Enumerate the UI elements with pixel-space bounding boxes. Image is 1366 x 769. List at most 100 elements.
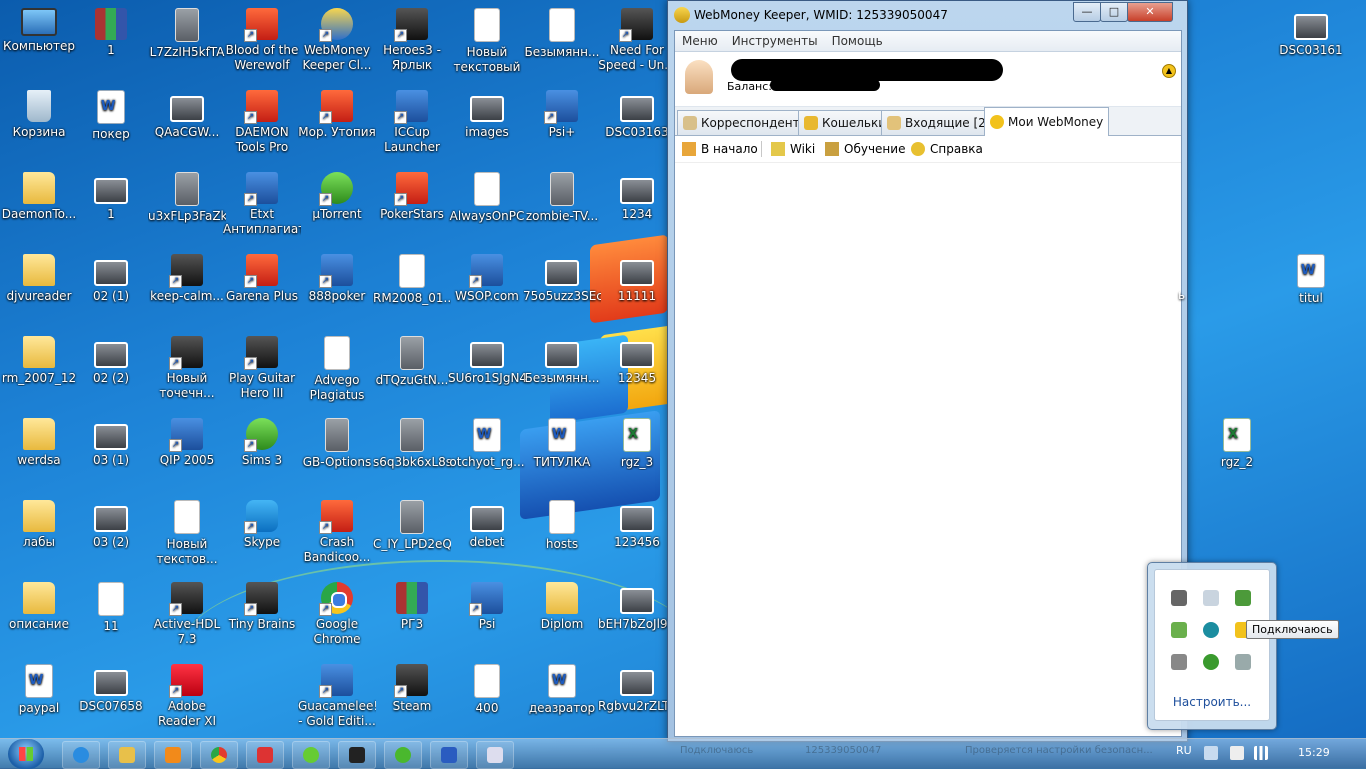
desktop-icon-888poker[interactable]: 888poker: [298, 254, 376, 304]
desktop-icon-werdsa[interactable]: werdsa: [0, 418, 78, 468]
taskbar-icq-button[interactable]: [384, 741, 422, 769]
desktop-icon-need-for-speed[interactable]: Need For Speed - Un...: [598, 8, 676, 73]
desktop-icon-dsc03163[interactable]: DSC03163: [598, 90, 676, 140]
desktop-icon-file-123456[interactable]: 123456: [598, 500, 676, 550]
desktop-icon-opisanie[interactable]: описание: [0, 582, 78, 632]
taskbar-psi-button[interactable]: [246, 741, 284, 769]
window-titlebar[interactable]: WebMoney Keeper, WMID: 125339050047 — □ …: [668, 1, 1187, 29]
speaker-icon[interactable]: [1203, 590, 1219, 606]
desktop-icon-file-1a[interactable]: 1: [72, 8, 150, 58]
desktop-icon-psi-plus[interactable]: Psi+: [523, 90, 601, 140]
menu-item-menu[interactable]: Меню: [675, 31, 725, 51]
desktop-icon-dtqzug[interactable]: dTQzuGtN...: [373, 336, 451, 388]
desktop-icon-djvureader[interactable]: djvureader: [0, 254, 78, 304]
desktop-icon-daemon-tools-pro[interactable]: DAEMON Tools Pro: [223, 90, 301, 155]
desktop-icon-deazrator[interactable]: деазратор: [523, 664, 601, 716]
webmoney-tray-icon[interactable]: [1235, 654, 1251, 670]
desktop-icon-advego[interactable]: Advego Plagiatus: [298, 336, 376, 403]
desktop-icon-file-11[interactable]: 11: [72, 582, 150, 634]
desktop-icon-computer[interactable]: Компьютер: [0, 8, 78, 54]
desktop-icon-hosts[interactable]: hosts: [523, 500, 601, 552]
tab-wallets[interactable]: Кошельки: [798, 110, 893, 135]
menu-item-help[interactable]: Помощь: [825, 31, 890, 51]
show-hidden-icons-chevron-icon[interactable]: [1204, 746, 1218, 760]
flag-icon[interactable]: [1171, 654, 1187, 670]
help-button[interactable]: Справка: [911, 140, 983, 158]
e-circle-icon[interactable]: [1203, 622, 1219, 638]
desktop-icon-skype[interactable]: Skype: [223, 500, 301, 550]
desktop-icon-images[interactable]: images: [448, 90, 526, 140]
desktop-icon-beh7bz[interactable]: bEH7bZoJl9...: [598, 582, 676, 632]
desktop-icon-heroes3[interactable]: Heroes3 - Ярлык: [373, 8, 451, 73]
desktop-icon-rg3[interactable]: РГ3: [373, 582, 451, 632]
desktop-icon-l7zz[interactable]: L7ZzIH5kfTA: [148, 8, 226, 60]
desktop-icon-utopia[interactable]: Мор. Утопия: [298, 90, 376, 140]
desktop-icon-sims3[interactable]: Sims 3: [223, 418, 301, 468]
language-indicator[interactable]: RU: [1176, 744, 1192, 757]
desktop-icon-photo-03-2[interactable]: 03 (2): [72, 500, 150, 550]
desktop-icon-otchyot[interactable]: otchyot_rg...: [448, 418, 526, 470]
taskbar-app-button[interactable]: [338, 741, 376, 769]
desktop-icon-zombie-tv[interactable]: zombie-TV...: [523, 172, 601, 224]
desktop-icon-u3xflp[interactable]: u3xFLp3FaZk: [148, 172, 226, 224]
desktop-icon-75o5uzz[interactable]: 75o5uzz3SEc: [523, 254, 601, 304]
desktop-icon-new-dot[interactable]: Новый точечн...: [148, 336, 226, 401]
desktop-icon-crash[interactable]: Crash Bandicoo...: [298, 500, 376, 565]
wiki-button[interactable]: Wiki: [771, 140, 815, 158]
desktop-icon-keep-calm[interactable]: keep-calm...: [148, 254, 226, 304]
start-button[interactable]: [8, 739, 44, 769]
desktop-icon-photo-03-1[interactable]: 03 (1): [72, 418, 150, 468]
menu-item-tools[interactable]: Инструменты: [725, 31, 825, 51]
desktop-icon-titulka[interactable]: ТИТУЛКА: [523, 418, 601, 470]
desktop-icon-etxt[interactable]: Etxt Антиплагиат: [223, 172, 301, 237]
taskbar-word-button[interactable]: [430, 741, 468, 769]
desktop-icon-new-text-1[interactable]: Новый текстовый ...: [448, 8, 526, 75]
desktop-icon-dsc07658[interactable]: DSC07658: [72, 664, 150, 714]
signal-bars-icon[interactable]: [1254, 746, 1268, 760]
customize-link[interactable]: Настроить...: [1155, 695, 1269, 709]
app-tray-icon[interactable]: [1235, 590, 1251, 606]
avatar[interactable]: [685, 60, 713, 94]
desktop-icon-rgz-2[interactable]: rgz_2: [1198, 418, 1276, 470]
desktop-icon-poker[interactable]: покер: [72, 90, 150, 142]
desktop-icon-debet[interactable]: debet: [448, 500, 526, 550]
home-button[interactable]: В начало: [682, 140, 758, 158]
tab-correspondents[interactable]: Корреспонденты: [677, 110, 816, 135]
desktop-icon-paypal[interactable]: paypal: [0, 664, 78, 716]
desktop-icon-untitled-1[interactable]: Безымянн...: [523, 8, 601, 60]
desktop-icon-diplom[interactable]: Diplom: [523, 582, 601, 632]
tab-my-webmoney[interactable]: Мои WebMoney: [984, 107, 1110, 136]
desktop-icon-file-1234[interactable]: 1234: [598, 172, 676, 222]
desktop-icon-steam[interactable]: Steam: [373, 664, 451, 714]
desktop-icon-file-12345[interactable]: 12345: [598, 336, 676, 386]
desktop-icon-blood-werewolf[interactable]: Blood of the Werewolf: [223, 8, 301, 73]
desktop-icon-recycle-bin[interactable]: Корзина: [0, 90, 78, 140]
desktop-icon-dsc03161[interactable]: DSC03161: [1272, 8, 1350, 58]
desktop-icon-chrome[interactable]: Google Chrome: [298, 582, 376, 647]
checkmark-icon[interactable]: [1171, 622, 1187, 638]
desktop-icon-rm-2007-12[interactable]: rm_2007_12: [0, 336, 78, 386]
taskbar-explorer-button[interactable]: [108, 741, 146, 769]
taskbar-utorrent-button[interactable]: [292, 741, 330, 769]
desktop-icon-pokerstars[interactable]: PokerStars: [373, 172, 451, 222]
desktop-icon-qaacgw[interactable]: QAaCGW...: [148, 90, 226, 140]
desktop-icon-rgbvu2[interactable]: Rgbvu2rZLT...: [598, 664, 676, 714]
desktop-icon-new-text-2[interactable]: Новый текстов...: [148, 500, 226, 567]
desktop-icon-file-400[interactable]: 400: [448, 664, 526, 716]
desktop-icon-titul[interactable]: titul: [1272, 254, 1350, 306]
desktop-icon-wsop[interactable]: WSOP.com: [448, 254, 526, 304]
desktop-icon-file-1b[interactable]: 1: [72, 172, 150, 222]
desktop-icon-photo-02-1[interactable]: 02 (1): [72, 254, 150, 304]
desktop-icon-s6q3bk[interactable]: s6q3bk6xL8s: [373, 418, 451, 470]
desktop-icon-su6ro[interactable]: SU6ro1SJgN4: [448, 336, 526, 386]
desktop-icon-gb-options[interactable]: GB-Options: [298, 418, 376, 470]
desktop-icon-file-11111[interactable]: 11111: [598, 254, 676, 304]
taskbar-media-button[interactable]: [154, 741, 192, 769]
desktop-icon-untitled-2[interactable]: Безымянн...: [523, 336, 601, 386]
desktop-icon-guitar-hero[interactable]: Play Guitar Hero III: [223, 336, 301, 401]
network-icon[interactable]: [1171, 590, 1187, 606]
desktop-icon-psi-a[interactable]: Psi: [448, 582, 526, 632]
clock[interactable]: 15:29: [1298, 746, 1330, 759]
desktop-icon-daemontools-folder[interactable]: DaemonTo...: [0, 172, 78, 222]
taskbar-chrome-button[interactable]: [200, 741, 238, 769]
